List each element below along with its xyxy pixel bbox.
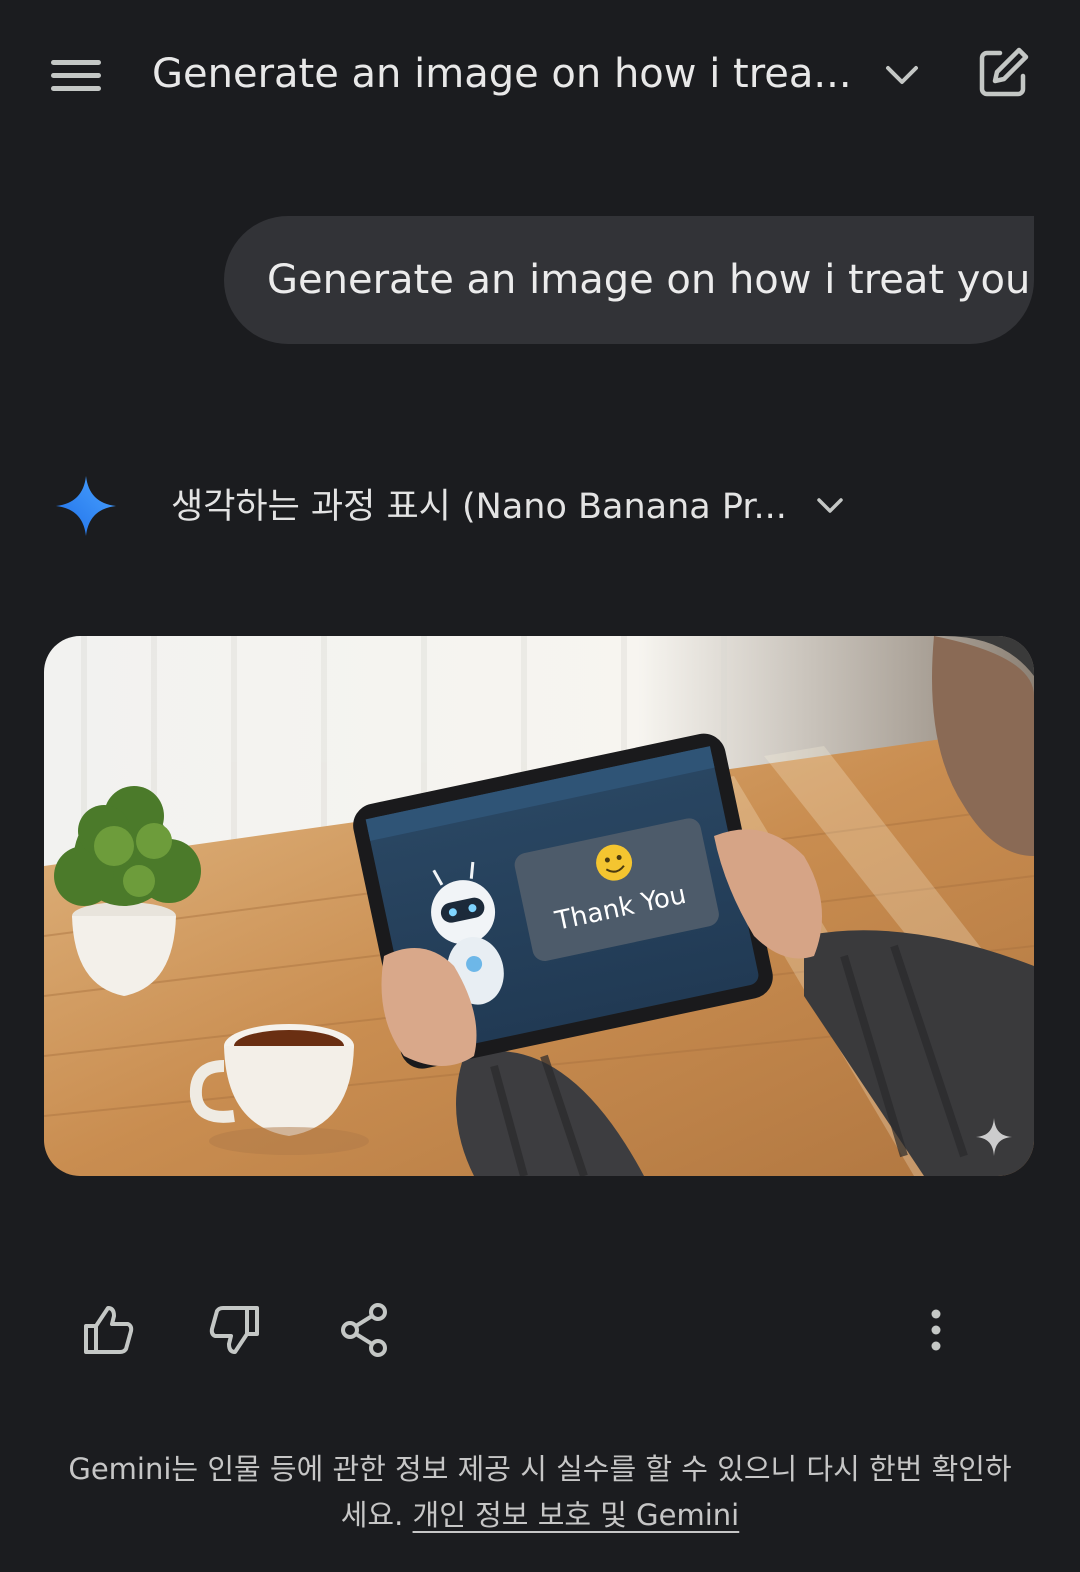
show-thinking-toggle[interactable]: 생각하는 과정 표시 (Nano Banana Pr... [171,484,791,530]
menu-button[interactable] [46,48,106,102]
thumbs-down-icon [209,1306,259,1354]
title-dropdown-button[interactable] [878,52,926,100]
gemini-sparkle-icon [54,474,118,538]
user-message-text: Generate an image on how i treat you [267,257,1031,303]
generated-image[interactable]: Thank You [44,636,1034,1176]
edit-icon [979,47,1029,97]
user-message-bubble: Generate an image on how i treat you [224,216,1034,344]
disclaimer: Gemini는 인물 등에 관한 정보 제공 시 실수를 할 수 있으니 다시 … [60,1446,1020,1538]
hamburger-menu-icon [51,60,101,91]
thumbs-up-button[interactable] [78,1300,138,1360]
thumbs-down-button[interactable] [205,1300,265,1360]
share-icon [341,1303,387,1357]
chevron-down-icon [817,498,843,513]
more-vert-icon [931,1309,941,1351]
more-options-button[interactable] [906,1300,966,1360]
new-chat-button[interactable] [974,44,1032,102]
conversation-title[interactable]: Generate an image on how i trea... [152,44,852,104]
chevron-down-icon [886,66,918,84]
thumbs-up-icon [84,1306,134,1354]
share-button[interactable] [334,1300,394,1360]
top-app-bar: Generate an image on how i trea... [0,0,1080,150]
privacy-link[interactable]: 개인 정보 보호 및 Gemini [413,1498,740,1532]
thinking-expand-button[interactable] [810,486,850,526]
